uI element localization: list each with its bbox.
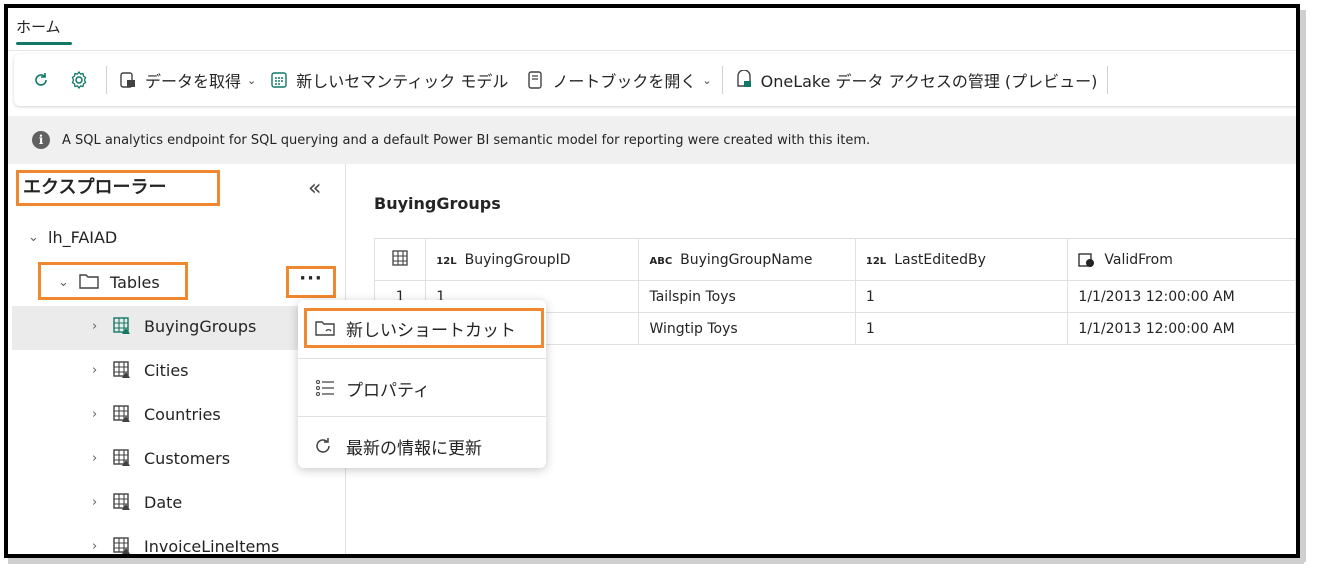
info-message: A SQL analytics endpoint for SQL queryin… [62,132,871,148]
table-icon [112,492,134,512]
semantic-model-icon [268,69,290,91]
tab-active-indicator [16,42,72,45]
column-name: BuyingGroupName [680,251,813,268]
chevron-down-icon: ⌄ [247,73,257,87]
chevron-down-icon: ⌄ [28,230,39,245]
cell-valid-from[interactable]: 1/1/2013 12:00:00 AM [1067,312,1296,345]
column-header[interactable]: ABC BuyingGroupName [638,238,856,281]
table-name: BuyingGroups [144,316,257,336]
folder-icon [78,272,100,292]
chevron-right-icon: › [92,450,98,466]
lakehouse-name: lh_FAIAD [48,228,118,247]
tree-item-table[interactable]: › Date [92,492,182,512]
type-tag: ABC [649,255,673,267]
table-name: Cities [144,360,189,380]
more-options-button[interactable]: ··· [286,266,336,298]
refresh-button[interactable] [30,69,58,91]
tabbar-divider [8,50,1296,51]
column-header[interactable]: 12L LastEditedBy [854,238,1069,281]
table-title: BuyingGroups [374,194,501,213]
open-notebook-label: ノートブックを開く [552,72,697,91]
cell-last-edited-by[interactable]: 1 [854,312,1069,345]
toolbar-divider [106,66,107,94]
chevron-right-icon: › [92,318,98,334]
column-header[interactable]: ValidFrom [1067,238,1296,281]
get-data-button[interactable]: データを取得 ⌄ [117,68,256,92]
explorer-panel: エクスプローラー « ⌄ lh_FAIAD ⌄ Tables ··· › Buyi… [8,164,346,556]
new-semantic-model-label: 新しいセマンティック モデル [296,72,509,91]
table-name: Countries [144,404,221,424]
table-icon [112,536,134,554]
get-data-label: データを取得 [145,72,242,91]
open-notebook-button[interactable]: ノートブックを開く ⌄ [524,68,712,92]
chevron-right-icon: › [92,406,98,422]
refresh-icon [30,69,52,91]
settings-button[interactable] [68,69,96,91]
toolbar-divider [721,66,723,94]
menu-item-new-shortcut[interactable]: 新しいショートカット [314,316,516,341]
chevron-down-icon: ⌄ [58,274,69,290]
properties-icon [314,379,336,399]
table-icon [112,316,134,336]
table-name: Customers [144,448,231,468]
tree-item-table[interactable]: › Customers [92,448,230,468]
table-icon [112,404,134,424]
info-banner: i A SQL analytics endpoint for SQL query… [8,116,1296,164]
shortcut-folder-icon [314,319,336,339]
chevron-right-icon: › [92,494,98,510]
context-menu: 新しいショートカット プロパティ 最新の情報に更新 [298,300,546,468]
menu-item-refresh[interactable]: 最新の情報に更新 [314,434,482,459]
gear-icon [68,69,90,91]
new-shortcut-label: 新しいショートカット [346,321,516,341]
column-name: BuyingGroupID [464,251,571,268]
toolbar: データを取得 ⌄ 新しいセマンティック モデル ノートブックを開く ⌄ OneL… [14,54,1296,106]
column-name: ValidFrom [1104,251,1173,268]
app-window: ホーム データを取得 ⌄ 新しいセマンティック モデル ノートブックを開く ⌄ … [4,4,1300,558]
tree-item-table[interactable]: › Cities [92,360,189,380]
column-header[interactable]: 12L BuyingGroupID [425,238,640,281]
database-icon [117,69,139,91]
type-tag: 12L [865,255,887,267]
cell-valid-from[interactable]: 1/1/2013 12:00:00 AM [1067,280,1296,313]
tab-home-label: ホーム [16,18,61,36]
toolbar-divider [1107,66,1109,94]
chevron-right-icon: › [92,362,98,378]
tab-home[interactable]: ホーム [16,16,72,45]
tree-item-table[interactable]: › BuyingGroups [92,316,256,336]
table-name: Date [144,492,183,512]
grid-icon [392,249,408,266]
explorer-title: エクスプローラー [16,170,220,206]
table-icon [112,448,134,468]
table-name: InvoiceLineItems [144,536,280,556]
menu-divider [298,358,546,359]
cell-buying-group-name[interactable]: Wingtip Toys [638,312,856,345]
tree-item-tables[interactable]: ⌄ Tables [58,272,160,292]
menu-divider [298,416,546,417]
type-tag: 12L [436,255,457,267]
collapse-panel-icon[interactable]: « [308,176,321,201]
cell-last-edited-by[interactable]: 1 [854,280,1069,313]
refresh-icon [314,437,336,457]
onelake-label: OneLake データ アクセスの管理 (プレビュー) [760,72,1098,91]
datetime-icon [1078,252,1095,267]
tree-item-table[interactable]: › InvoiceLineItems [92,536,280,556]
select-all-cell[interactable] [373,238,427,281]
tree-item-table[interactable]: › Countries [92,404,221,424]
refresh-label: 最新の情報に更新 [346,439,482,459]
cell-buying-group-name[interactable]: Tailspin Toys [638,280,856,313]
tree-item-lakehouse[interactable]: ⌄ lh_FAIAD [28,228,117,247]
properties-label: プロパティ [346,381,430,401]
lock-shield-icon [733,69,755,91]
menu-item-properties[interactable]: プロパティ [314,376,430,401]
chevron-down-icon: ⌄ [702,73,712,87]
new-semantic-model-button[interactable]: 新しいセマンティック モデル [268,68,508,92]
column-name: LastEditedBy [894,251,986,268]
info-icon: i [32,131,50,149]
chevron-right-icon: › [92,538,98,554]
tables-label: Tables [110,272,160,292]
onelake-data-access-button[interactable]: OneLake データ アクセスの管理 (プレビュー) [733,68,1098,92]
table-icon [112,360,134,380]
notebook-icon [524,69,546,91]
